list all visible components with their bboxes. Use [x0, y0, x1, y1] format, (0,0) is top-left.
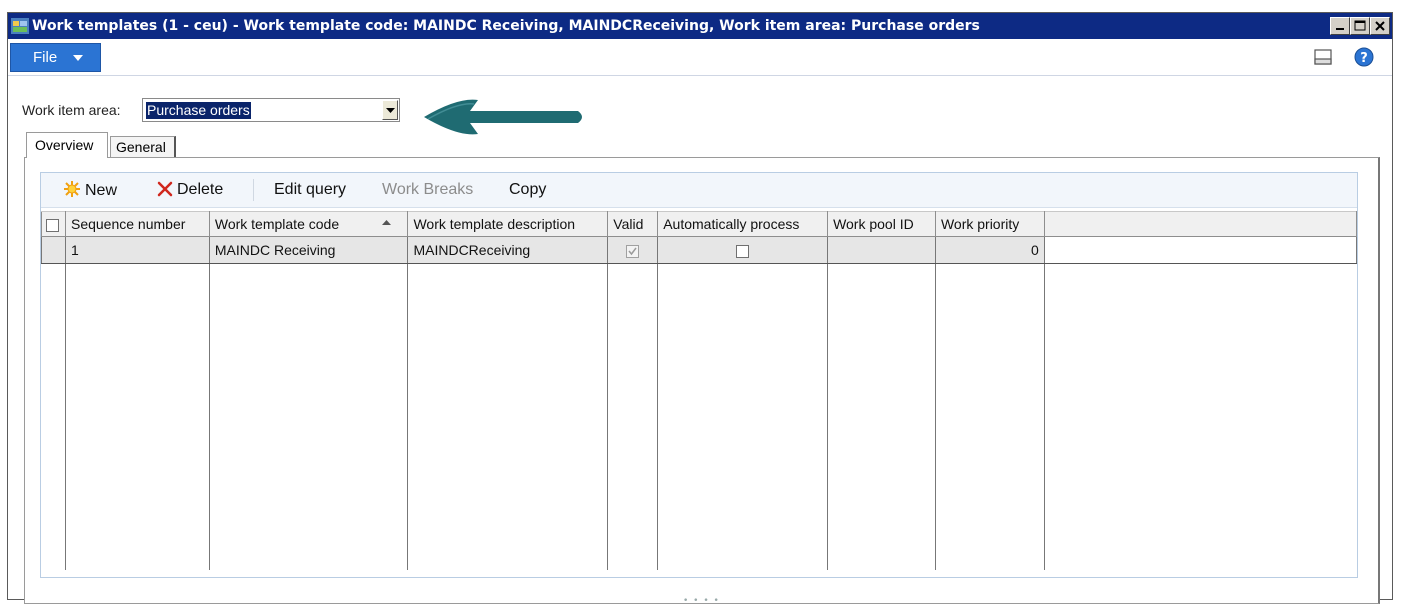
- maximize-button[interactable]: [1350, 17, 1370, 35]
- work-templates-grid: Sequence number Work template code Work …: [41, 211, 1358, 570]
- empty-cell: [934, 263, 1045, 570]
- column-header-sequence-number[interactable]: Sequence number: [64, 211, 210, 237]
- empty-cell: [41, 263, 66, 570]
- copy-button[interactable]: Copy: [509, 180, 546, 200]
- cell-work-priority[interactable]: 0: [934, 236, 1045, 264]
- empty-cell: [1043, 263, 1357, 570]
- cell-sequence-number[interactable]: 1: [64, 236, 210, 264]
- column-header-filler: [1043, 211, 1358, 237]
- column-header-automatically-process[interactable]: Automatically process: [657, 211, 829, 237]
- cell-automatically-process[interactable]: [657, 236, 829, 264]
- chevron-down-icon: [386, 108, 395, 113]
- minimize-button[interactable]: [1330, 17, 1350, 35]
- work-template-code-header-label: Work template code: [214, 216, 340, 232]
- cell-filler: [1043, 236, 1358, 264]
- work-breaks-button[interactable]: Work Breaks: [382, 180, 473, 200]
- action-pane: New Delete Edit query Work Breaks Copy: [41, 173, 1357, 208]
- delete-button-label: Delete: [177, 181, 224, 198]
- tab-general[interactable]: General: [110, 136, 176, 158]
- valid-checkbox[interactable]: [626, 244, 640, 258]
- column-header-work-template-code[interactable]: Work template code: [208, 211, 409, 237]
- column-header-work-priority[interactable]: Work priority: [934, 211, 1045, 237]
- automatically-process-checkbox[interactable]: [736, 244, 750, 258]
- overview-panel: New Delete Edit query Work Breaks Copy S…: [24, 157, 1380, 604]
- toolbar-separator: [253, 179, 254, 201]
- cell-work-template-code[interactable]: MAINDC Receiving: [208, 236, 409, 264]
- table-row[interactable]: 1 MAINDC Receiving MAINDCReceiving 0: [41, 236, 1358, 264]
- row-marker-cell[interactable]: [41, 236, 66, 264]
- work-item-area-combobox[interactable]: Purchase orders: [142, 98, 400, 122]
- window-frame: Work templates (1 - ceu) - Work template…: [7, 12, 1393, 604]
- delete-x-icon: [157, 181, 173, 197]
- column-header-valid[interactable]: Valid: [607, 211, 659, 237]
- column-header-work-pool-id[interactable]: Work pool ID: [827, 211, 936, 237]
- close-button[interactable]: [1370, 17, 1390, 35]
- empty-cell: [827, 263, 936, 570]
- empty-cell: [64, 263, 210, 570]
- combobox-dropdown-button[interactable]: [382, 100, 398, 120]
- resize-grip[interactable]: • • • •: [683, 596, 720, 606]
- checkmark-icon: [628, 247, 637, 256]
- select-all-header[interactable]: [41, 211, 66, 237]
- delete-button[interactable]: Delete: [157, 180, 223, 200]
- empty-cell: [607, 263, 659, 570]
- empty-cell: [657, 263, 829, 570]
- help-icon[interactable]: ?: [1354, 47, 1374, 67]
- grid-header-row: Sequence number Work template code Work …: [41, 211, 1358, 237]
- window-title: Work templates (1 - ceu) - Work template…: [32, 18, 980, 34]
- work-item-area-value: Purchase orders: [146, 102, 251, 119]
- close-icon: [1375, 21, 1385, 31]
- svg-text:?: ?: [1360, 51, 1368, 66]
- new-button[interactable]: New: [63, 180, 117, 200]
- new-star-icon: [64, 181, 80, 197]
- cell-work-pool-id[interactable]: [827, 236, 936, 264]
- sort-ascending-icon: [382, 220, 392, 225]
- form-content: Work item area: Purchase orders Overview…: [8, 76, 1392, 604]
- work-item-area-label: Work item area:: [22, 102, 121, 118]
- cell-work-template-description[interactable]: MAINDCReceiving: [407, 236, 609, 264]
- chevron-down-icon: [73, 55, 83, 61]
- edit-query-button[interactable]: Edit query: [274, 180, 346, 200]
- empty-cell: [407, 263, 609, 570]
- maximize-icon: [1354, 20, 1366, 31]
- grid-container: New Delete Edit query Work Breaks Copy S…: [40, 172, 1358, 578]
- file-menu-button[interactable]: File: [10, 43, 101, 72]
- app-icon: [11, 18, 29, 34]
- empty-cell: [208, 263, 409, 570]
- tab-overview[interactable]: Overview: [26, 132, 108, 158]
- annotation-arrow-icon: [424, 99, 582, 135]
- layout-panel-icon[interactable]: [1314, 49, 1332, 65]
- empty-grid-area: [41, 263, 1357, 570]
- title-bar: Work templates (1 - ceu) - Work template…: [8, 13, 1392, 39]
- select-all-checkbox[interactable]: [46, 218, 59, 232]
- minimize-icon: [1336, 28, 1344, 30]
- new-button-label: New: [85, 182, 118, 199]
- column-header-work-template-description[interactable]: Work template description: [407, 211, 609, 237]
- file-menu-label: File: [33, 49, 58, 66]
- cell-valid[interactable]: [607, 236, 659, 264]
- ribbon-bar: File ?: [8, 39, 1392, 76]
